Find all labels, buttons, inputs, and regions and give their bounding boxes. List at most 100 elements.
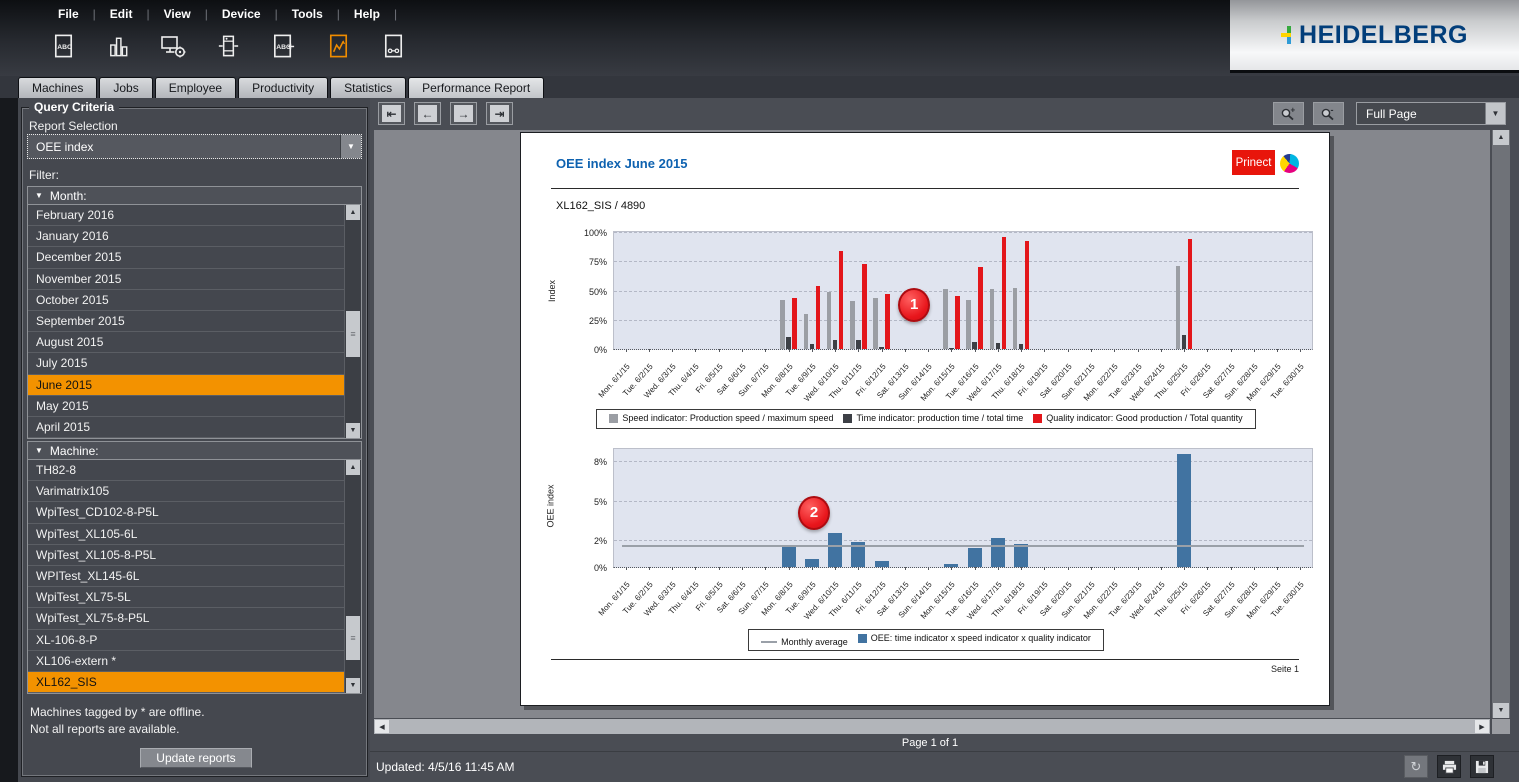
machine-item-wpitest-cd102-8-p5l[interactable]: WpiTest_CD102-8-P5L [28,502,344,523]
chevron-down-icon[interactable]: ▼ [340,135,361,158]
x-axis-tick [1021,349,1022,352]
x-axis-tick [812,349,813,352]
report-document-icon: ABC [50,32,77,63]
x-axis-tick [882,567,883,570]
gridline [614,291,1312,292]
bar-quality [862,264,867,349]
month-item-november-2015[interactable]: November 2015 [28,269,344,290]
month-item-august-2015[interactable]: August 2015 [28,332,344,353]
machine-item-xl106-extern-[interactable]: XL106-extern * [28,651,344,672]
report-document-button[interactable]: ABC [46,30,80,64]
x-axis-tick [1207,349,1208,352]
month-item-january-2016[interactable]: January 2016 [28,226,344,247]
bar-oee [805,559,819,567]
machine-item-varimatrix105[interactable]: Varimatrix105 [28,481,344,502]
scroll-down-icon[interactable]: ▼ [1493,703,1509,718]
scrollbar-thumb[interactable]: ≡ [346,311,360,357]
previous-page-icon: ← [418,105,437,122]
month-section-header[interactable]: ▼ Month: [27,186,362,205]
month-item-may-2015[interactable]: May 2015 [28,396,344,417]
menu-tools[interactable]: Tools [278,5,337,23]
machine-item-wpitest-xl75-8-p5l[interactable]: WpiTest_XL75-8-P5L [28,608,344,629]
report-selection-dropdown[interactable]: OEE index ▼ [27,134,362,159]
bar-quality [792,298,797,349]
month-section-label: Month: [50,189,87,203]
update-reports-button[interactable]: Update reports [140,748,252,768]
month-item-september-2015[interactable]: September 2015 [28,311,344,332]
performance-chart-button[interactable] [321,30,355,64]
print-button[interactable] [1437,755,1461,778]
tab-jobs[interactable]: Jobs [99,77,152,98]
menu-file[interactable]: File [44,5,93,23]
workstation-settings-button[interactable] [156,30,190,64]
first-page-button[interactable]: ⇤ [378,102,405,125]
month-item-december-2015[interactable]: December 2015 [28,247,344,268]
scroll-down-icon[interactable]: ▼ [346,678,360,693]
horizontal-scrollbar[interactable]: ◀ ▶ [374,719,1490,734]
status-bar: Updated: 4/5/16 11:45 AM ↻ [370,751,1519,782]
save-button[interactable] [1470,755,1494,778]
last-page-button[interactable]: ⇥ [486,102,513,125]
month-item-july-2015[interactable]: July 2015 [28,353,344,374]
scroll-up-icon[interactable]: ▲ [346,205,360,220]
refresh-button[interactable]: ↻ [1404,755,1428,778]
scroll-up-icon[interactable]: ▲ [346,460,360,475]
bar-speed [873,298,878,349]
month-item-june-2015[interactable]: June 2015 [28,375,344,396]
x-axis-tick [975,567,976,570]
menu-bar: File|Edit|View|Device|Tools|Help| [44,5,397,23]
menu-help[interactable]: Help [340,5,394,23]
bar-oee [828,533,842,567]
zoom-level-dropdown[interactable]: Full Page ▼ [1356,102,1506,125]
month-item-october-2015[interactable]: October 2015 [28,290,344,311]
tab-productivity[interactable]: Productivity [238,77,328,98]
machine-item-wpitest-xl145-6l[interactable]: WPITest_XL145-6L [28,566,344,587]
month-item-april-2015[interactable]: April 2015 [28,417,344,438]
machine-section-header[interactable]: ▼ Machine: [27,441,362,460]
tab-machines[interactable]: Machines [18,77,97,98]
machine-item-wpitest-xl105-8-p5l[interactable]: WpiTest_XL105-8-P5L [28,545,344,566]
machine-item-xl-106-8-p[interactable]: XL-106-8-P [28,630,344,651]
tab-statistics[interactable]: Statistics [330,77,406,98]
zoom-out-button[interactable]: - [1313,102,1344,125]
machine-item-th82-8[interactable]: TH82-8 [28,460,344,481]
linked-document-button[interactable] [376,30,410,64]
x-axis-tick [1091,567,1092,570]
chevron-down-icon[interactable]: ▼ [1485,103,1505,124]
zoom-in-button[interactable]: + [1273,102,1304,125]
machine-item-wpitest-xl75-5l[interactable]: WpiTest_XL75-5L [28,587,344,608]
bar-chart-button[interactable] [101,30,135,64]
next-page-button[interactable]: → [450,102,477,125]
tab-employee[interactable]: Employee [155,77,236,98]
scrollbar-thumb[interactable]: ≡ [346,616,360,660]
menu-view[interactable]: View [150,5,205,23]
x-axis-tick [882,349,883,352]
menu-device[interactable]: Device [208,5,275,23]
scroll-down-icon[interactable]: ▼ [346,423,360,438]
document-import-button[interactable]: ABC [266,30,300,64]
x-axis-tick [649,567,650,570]
x-axis-tick [928,349,929,352]
legend-swatch [1033,414,1042,423]
machine-item-xl162-sis[interactable]: XL162_SIS [28,672,344,693]
month-item-february-2016[interactable]: February 2016 [28,205,344,226]
bar-quality [978,267,983,349]
printer-icon [1442,760,1457,774]
menu-edit[interactable]: Edit [96,5,147,23]
x-axis-tick [1091,349,1092,352]
bar-time [972,342,977,349]
scroll-left-icon[interactable]: ◀ [375,720,389,733]
status-actions: ↻ [1404,755,1494,778]
vertical-scrollbar[interactable]: ▲ ▼ [1492,130,1510,718]
machine-item-wpitest-xl105-6l[interactable]: WpiTest_XL105-6L [28,524,344,545]
chart-legend: Monthly averageOEE: time indicator x spe… [521,629,1331,651]
plot-area: 2 [613,448,1313,568]
press-device-button[interactable] [211,30,245,64]
tab-performance-report[interactable]: Performance Report [408,77,544,98]
linked-document-icon [380,32,407,63]
bar-quality [1025,241,1030,349]
scroll-right-icon[interactable]: ▶ [1475,720,1489,733]
scroll-up-icon[interactable]: ▲ [1493,130,1509,145]
x-axis-tick [951,349,952,352]
previous-page-button[interactable]: ← [414,102,441,125]
